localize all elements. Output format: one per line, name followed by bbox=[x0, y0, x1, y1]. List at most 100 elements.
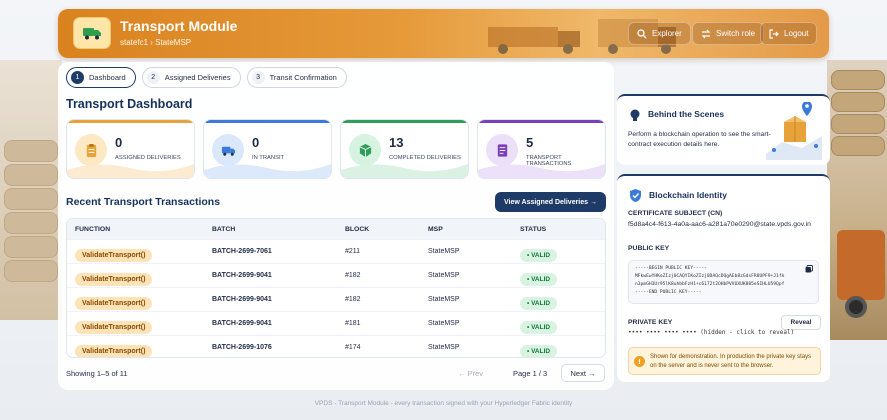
status-badge: • VALID bbox=[520, 320, 558, 334]
stat-value: 5 bbox=[526, 135, 534, 150]
logout-button[interactable]: Logout bbox=[760, 22, 818, 45]
stat-card-in-transit: 0 In Transit bbox=[203, 119, 332, 179]
public-key-line: -----BEGIN PUBLIC KEY----- bbox=[635, 266, 707, 271]
app-title: Transport Module bbox=[120, 18, 238, 34]
status-badge: • VALID bbox=[520, 296, 558, 310]
function-badge: ValidateTransport() bbox=[75, 272, 153, 286]
explorer-button[interactable]: Explorer bbox=[628, 22, 691, 45]
public-key-line: n3pmGH3Ur95lK8uhbbFzH1+c6172t2OHbPVVUXUK… bbox=[635, 282, 785, 288]
stat-card-completed: 13 Completed Deliveries bbox=[340, 119, 469, 179]
table-header: FUNCTION BATCH BLOCK MSP STATUS bbox=[67, 219, 605, 239]
stat-label: Transport Transactions bbox=[526, 155, 572, 167]
stat-value: 0 bbox=[115, 135, 123, 150]
status-badge: • VALID bbox=[520, 248, 558, 262]
msp-cell: StateMSP bbox=[428, 296, 460, 303]
cert-subject-value: f5d8a4c4-f613-4a0a-aac6-a281a70e0290@sta… bbox=[628, 221, 811, 228]
blockchain-identity-panel: Blockchain Identity CERTIFICATE SUBJECT … bbox=[617, 174, 830, 382]
table-row[interactable]: ValidateTransport() BATCH-2699-7061 #211… bbox=[67, 239, 605, 263]
public-key-label: PUBLIC KEY bbox=[628, 245, 670, 252]
table-row[interactable]: ValidateTransport() BATCH-2699-9041 #181… bbox=[67, 311, 605, 335]
function-badge: ValidateTransport() bbox=[75, 248, 153, 262]
warning-text: Shown for demonstration. In production t… bbox=[650, 354, 812, 369]
public-key-box: -----BEGIN PUBLIC KEY----- MFkwEwYHKoZIz… bbox=[628, 260, 819, 304]
column-header: BATCH bbox=[212, 225, 236, 233]
public-key-line: MFkwEwYHKoZIzj0CAQYIKoZIzj0DAQcDQgAEb8zG… bbox=[635, 274, 785, 280]
clipboard-icon bbox=[75, 134, 107, 166]
stat-card-transactions: 5 Transport Transactions bbox=[477, 119, 606, 179]
footer-text: VPDS - Transport Module - every transact… bbox=[314, 400, 573, 407]
msp-cell: StateMSP bbox=[428, 248, 460, 255]
status-badge: • VALID bbox=[520, 344, 558, 357]
tab-transit-confirmation[interactable]: 3 Transit Confirmation bbox=[246, 67, 347, 88]
swap-icon bbox=[701, 29, 711, 38]
table-row[interactable]: ValidateTransport() BATCH-2699-9041 #182… bbox=[67, 263, 605, 287]
batch-cell: BATCH-2699-9041 bbox=[212, 272, 272, 279]
msp-cell: StateMSP bbox=[428, 344, 460, 351]
prev-page-button[interactable]: ← Prev bbox=[458, 369, 483, 378]
column-header: MSP bbox=[428, 225, 443, 233]
msp-cell: StateMSP bbox=[428, 320, 460, 327]
tab-dashboard[interactable]: 1 Dashboard bbox=[66, 67, 136, 88]
lightbulb-icon bbox=[630, 109, 640, 121]
cert-subject-label: CERTIFICATE SUBJECT (CN) bbox=[628, 210, 723, 217]
column-header: FUNCTION bbox=[75, 225, 111, 233]
main-panel: 1 Dashboard 2 Assigned Deliveries 3 Tran… bbox=[58, 62, 614, 390]
step-tabs: 1 Dashboard 2 Assigned Deliveries 3 Tran… bbox=[66, 67, 347, 88]
step-number: 3 bbox=[251, 71, 265, 84]
background-warehouse-left bbox=[0, 60, 62, 320]
table-row[interactable]: ValidateTransport() BATCH-2699-1076 #174… bbox=[67, 335, 605, 357]
stat-card-assigned: 0 Assigned Deliveries bbox=[66, 119, 195, 179]
tab-label: Transit Confirmation bbox=[269, 73, 337, 82]
panel-title: Behind the Scenes bbox=[648, 109, 725, 119]
column-header: BLOCK bbox=[345, 225, 370, 233]
shield-check-icon bbox=[630, 189, 641, 202]
panel-description: Perform a blockchain operation to see th… bbox=[628, 131, 771, 149]
reveal-button[interactable]: Reveal bbox=[781, 315, 821, 330]
warning-notice: ! Shown for demonstration. In production… bbox=[628, 347, 821, 375]
function-badge: ValidateTransport() bbox=[75, 296, 153, 310]
app-header: Transport Module statefc1 › StateMSP Exp… bbox=[58, 9, 829, 58]
background-truck-right bbox=[827, 60, 887, 340]
transactions-table: FUNCTION BATCH BLOCK MSP STATUS Validate… bbox=[66, 218, 606, 358]
tab-label: Dashboard bbox=[89, 73, 126, 82]
switch-role-label: Switch role bbox=[716, 29, 756, 38]
next-page-button[interactable]: Next → bbox=[561, 364, 605, 382]
function-badge: ValidateTransport() bbox=[75, 344, 153, 357]
copy-icon[interactable] bbox=[805, 265, 813, 273]
box-icon bbox=[349, 134, 381, 166]
block-cell: #174 bbox=[345, 344, 361, 351]
section-title: Recent Transport Transactions bbox=[66, 196, 221, 208]
behind-the-scenes-panel: Behind the Scenes Perform a blockchain o… bbox=[617, 94, 830, 165]
page-indicator: Page 1 / 3 bbox=[513, 369, 548, 378]
pagination-summary: Showing 1–5 of 11 bbox=[66, 369, 128, 378]
function-badge: ValidateTransport() bbox=[75, 320, 153, 334]
block-cell: #211 bbox=[345, 248, 361, 255]
column-header: STATUS bbox=[520, 225, 547, 233]
status-badge: • VALID bbox=[520, 272, 558, 286]
stat-value: 13 bbox=[389, 135, 404, 150]
switch-role-button[interactable]: Switch role bbox=[692, 22, 765, 45]
private-key-masked: •••• •••• •••• •••• (hidden - click to r… bbox=[628, 329, 795, 336]
block-cell: #182 bbox=[345, 272, 361, 279]
msp-cell: StateMSP bbox=[428, 272, 460, 279]
stat-label: Completed Deliveries bbox=[389, 155, 461, 161]
batch-cell: BATCH-2699-9041 bbox=[212, 296, 272, 303]
stat-label: In Transit bbox=[252, 155, 285, 161]
view-assigned-deliveries-button[interactable]: View Assigned Deliveries → bbox=[495, 192, 606, 212]
map-box-illustration bbox=[766, 102, 822, 160]
tab-assigned-deliveries[interactable]: 2 Assigned Deliveries bbox=[141, 67, 241, 88]
block-cell: #181 bbox=[345, 320, 361, 327]
logout-label: Logout bbox=[784, 29, 809, 38]
table-row[interactable]: ValidateTransport() BATCH-2699-9041 #182… bbox=[67, 287, 605, 311]
batch-cell: BATCH-2699-9041 bbox=[212, 320, 272, 327]
warning-icon: ! bbox=[634, 356, 645, 367]
breadcrumb: statefc1 › StateMSP bbox=[120, 38, 192, 47]
stat-cards: 0 Assigned Deliveries 0 In Transit 13 Co… bbox=[66, 119, 606, 179]
batch-cell: BATCH-2699-7061 bbox=[212, 248, 272, 255]
document-icon bbox=[486, 134, 518, 166]
stat-value: 0 bbox=[252, 135, 260, 150]
private-key-label: PRIVATE KEY bbox=[628, 319, 673, 326]
public-key-line: -----END PUBLIC KEY----- bbox=[635, 290, 702, 296]
tab-label: Assigned Deliveries bbox=[164, 73, 231, 82]
step-number: 2 bbox=[146, 71, 160, 84]
